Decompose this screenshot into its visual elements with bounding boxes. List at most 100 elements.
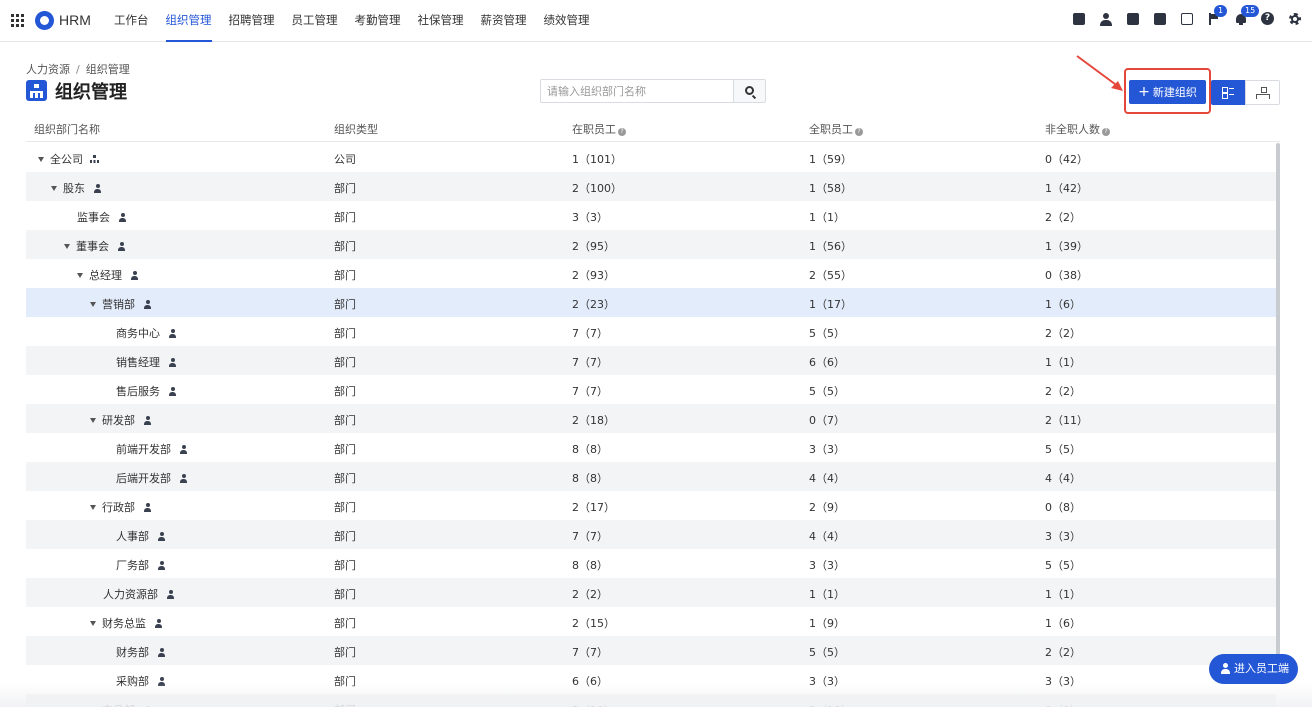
org-name[interactable]: 财务部 <box>116 644 149 660</box>
org-name[interactable]: 研发部 <box>102 412 135 428</box>
table-row[interactable]: 销售经理 部门 7（7） 6（6） 1（1） <box>26 346 1276 375</box>
bell-icon[interactable]: 15 <box>1234 5 1260 26</box>
org-name[interactable]: 总经理 <box>89 267 122 283</box>
column-header-name[interactable]: 组织部门名称 <box>34 121 100 137</box>
expand-caret-icon[interactable] <box>77 272 83 278</box>
document-icon[interactable] <box>1126 12 1140 26</box>
person-icon[interactable] <box>166 589 175 599</box>
org-name[interactable]: 财务总监 <box>102 615 146 631</box>
table-row[interactable]: 人事部 部门 7（7） 4（4） 3（3） <box>26 520 1276 549</box>
settings-icon[interactable] <box>1288 12 1302 26</box>
table-row[interactable]: 营销部 部门 2（23） 1（17） 1（6） <box>26 288 1276 317</box>
bell-badge: 15 <box>1241 5 1260 17</box>
nav-item[interactable]: 考勤管理 <box>355 0 401 42</box>
expand-caret-icon[interactable] <box>90 417 96 423</box>
app-grid-icon[interactable] <box>11 14 24 27</box>
nav-item[interactable]: 社保管理 <box>418 0 464 42</box>
person-icon[interactable] <box>143 415 152 425</box>
person-icon[interactable] <box>130 270 139 280</box>
org-name[interactable]: 售后服务 <box>116 383 160 399</box>
table-row[interactable]: 全公司 公司 1（101） 1（59） 0（42） <box>26 143 1276 172</box>
nav-item[interactable]: 招聘管理 <box>229 0 275 42</box>
new-organization-button[interactable]: + 新建组织 <box>1129 80 1206 104</box>
table-row[interactable]: 售后服务 部门 7（7） 5（5） 2（2） <box>26 375 1276 404</box>
help-icon[interactable]: ? <box>618 128 626 136</box>
nav-item[interactable]: 工作台 <box>114 0 149 42</box>
help-icon[interactable]: ? <box>1102 128 1110 136</box>
user-icon[interactable] <box>1099 12 1113 26</box>
person-icon[interactable] <box>168 386 177 396</box>
nav-item[interactable]: 薪资管理 <box>481 0 527 42</box>
tree-view-toggle[interactable] <box>1245 80 1280 105</box>
table-row[interactable]: 后端开发部 部门 8（8） 4（4） 4（4） <box>26 462 1276 491</box>
person-icon[interactable] <box>154 618 163 628</box>
org-name[interactable]: 行政部 <box>102 499 135 515</box>
org-name[interactable]: 营销部 <box>102 296 135 312</box>
org-name[interactable]: 前端开发部 <box>116 441 171 457</box>
table-row[interactable]: 财务部 部门 7（7） 5（5） 2（2） <box>26 636 1276 665</box>
nav-item[interactable]: 绩效管理 <box>544 0 590 42</box>
task-check-icon[interactable] <box>1072 12 1086 26</box>
calendar-icon[interactable] <box>1180 12 1194 26</box>
person-icon[interactable] <box>179 473 188 483</box>
expand-caret-icon[interactable] <box>38 156 44 162</box>
org-name[interactable]: 商务中心 <box>116 325 160 341</box>
brand-name[interactable]: HRM <box>59 12 91 28</box>
column-header-fulltime-employees[interactable]: 全职员工? <box>809 121 863 137</box>
table-row[interactable]: 商务中心 部门 7（7） 5（5） 2（2） <box>26 317 1276 346</box>
column-header-nonfulltime-count[interactable]: 非全职人数? <box>1045 121 1110 137</box>
org-icon[interactable] <box>90 155 99 163</box>
table-row[interactable]: 监事会 部门 3（3） 1（1） 2（2） <box>26 201 1276 230</box>
flag-icon[interactable]: 1 <box>1207 5 1228 26</box>
table-row[interactable]: 研发部 部门 2（18） 0（7） 2（11） <box>26 404 1276 433</box>
table-row[interactable]: 董事会 部门 2（95） 1（56） 1（39） <box>26 230 1276 259</box>
phone-icon[interactable] <box>1153 12 1167 26</box>
expand-caret-icon[interactable] <box>90 504 96 510</box>
person-icon[interactable] <box>168 357 177 367</box>
org-name[interactable]: 人力资源部 <box>103 586 158 602</box>
person-icon[interactable] <box>179 444 188 454</box>
org-name[interactable]: 厂务部 <box>116 557 149 573</box>
hrm-logo-icon[interactable] <box>35 11 54 30</box>
person-icon[interactable] <box>168 328 177 338</box>
table-row[interactable]: 财务总监 部门 2（15） 1（9） 1（6） <box>26 607 1276 636</box>
person-icon[interactable] <box>117 241 126 251</box>
person-icon[interactable] <box>157 647 166 657</box>
nav-item[interactable]: 组织管理 <box>165 0 212 42</box>
org-name[interactable]: 后端开发部 <box>116 470 171 486</box>
enter-employee-portal-button[interactable]: 进入员工端 <box>1209 654 1298 684</box>
org-name[interactable]: 董事会 <box>76 238 109 254</box>
expand-caret-icon[interactable] <box>90 301 96 307</box>
org-name[interactable]: 人事部 <box>116 528 149 544</box>
person-icon[interactable] <box>157 531 166 541</box>
table-row[interactable]: 厂务部 部门 8（8） 3（3） 5（5） <box>26 549 1276 578</box>
list-view-toggle[interactable] <box>1211 80 1245 105</box>
table-row[interactable]: 前端开发部 部门 8（8） 3（3） 5（5） <box>26 433 1276 462</box>
org-name[interactable]: 全公司 <box>50 151 83 167</box>
expand-caret-icon[interactable] <box>51 185 57 191</box>
person-icon[interactable] <box>143 299 152 309</box>
person-icon[interactable] <box>118 212 127 222</box>
cell-type: 公司 <box>334 153 356 166</box>
org-name[interactable]: 销售经理 <box>116 354 160 370</box>
search-input[interactable] <box>541 80 733 102</box>
person-icon[interactable] <box>157 560 166 570</box>
table-row[interactable]: 总经理 部门 2（93） 2（55） 0（38） <box>26 259 1276 288</box>
expand-caret-icon[interactable] <box>64 243 70 249</box>
table-row[interactable]: 股东 部门 2（100） 1（58） 1（42） <box>26 172 1276 201</box>
help-icon[interactable]: ? <box>855 128 863 136</box>
person-icon[interactable] <box>93 183 102 193</box>
table-row[interactable]: 人力资源部 部门 2（2） 1（1） 1（1） <box>26 578 1276 607</box>
person-icon[interactable] <box>143 502 152 512</box>
table-row[interactable]: 行政部 部门 2（17） 2（9） 0（8） <box>26 491 1276 520</box>
column-header-active-employees[interactable]: 在职员工? <box>572 121 626 137</box>
help-icon[interactable]: ? <box>1261 12 1275 26</box>
nav-item[interactable]: 员工管理 <box>292 0 338 42</box>
column-header-type[interactable]: 组织类型 <box>334 121 378 137</box>
search-button[interactable] <box>733 80 765 102</box>
scrollbar[interactable] <box>1276 143 1280 673</box>
expand-caret-icon[interactable] <box>90 620 96 626</box>
org-name[interactable]: 股东 <box>63 180 85 196</box>
breadcrumb-root[interactable]: 人力资源 <box>26 63 70 76</box>
org-name[interactable]: 监事会 <box>77 209 110 225</box>
